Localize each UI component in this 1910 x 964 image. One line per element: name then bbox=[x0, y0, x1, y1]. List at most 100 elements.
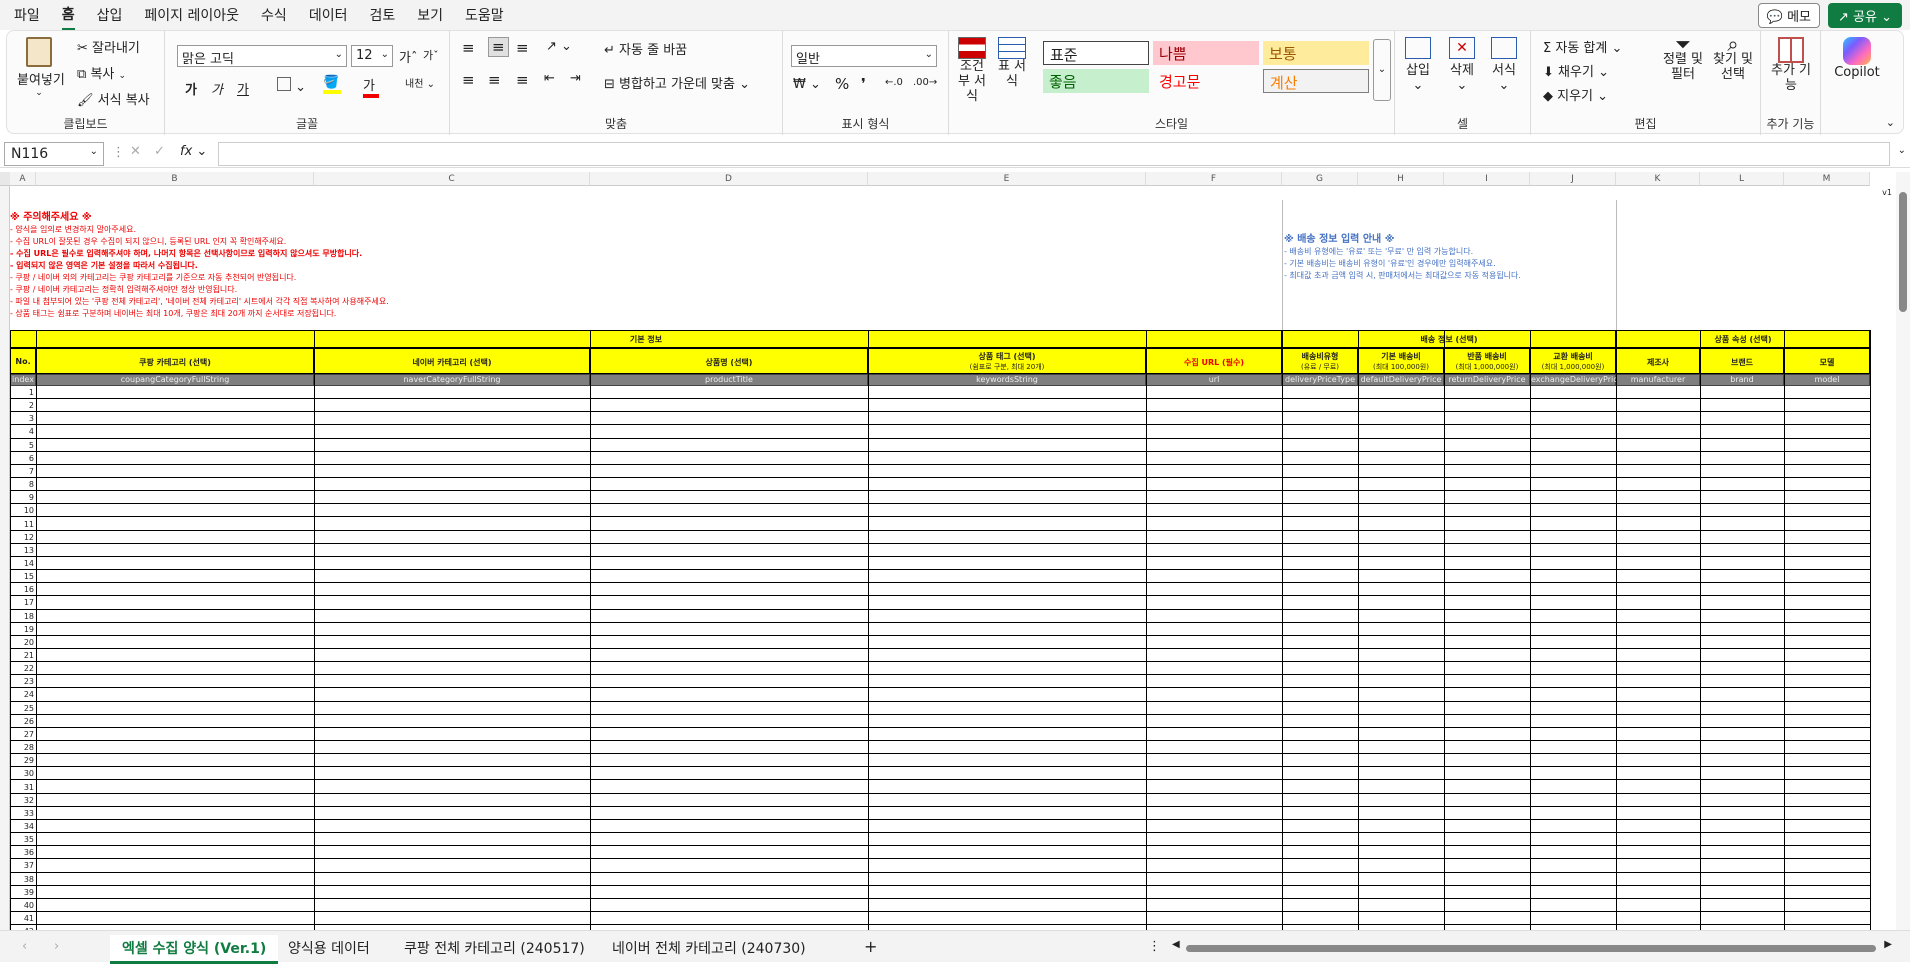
sheet-tab[interactable]: 엑셀 수집 양식 (Ver.1) bbox=[110, 935, 279, 964]
underline-button[interactable]: 가 bbox=[237, 79, 249, 98]
align-left-button[interactable]: ≡ bbox=[462, 71, 475, 89]
align-right-button[interactable]: ≡ bbox=[516, 71, 529, 89]
vertical-scrollbar[interactable] bbox=[1896, 172, 1910, 930]
percent-button[interactable]: % bbox=[835, 75, 849, 93]
table-row[interactable]: 25 bbox=[10, 702, 1870, 715]
column-header[interactable]: C bbox=[314, 172, 590, 186]
autosum-button[interactable]: Σ 자동 합계 ⌄ bbox=[1543, 37, 1622, 56]
menu-item[interactable]: 홈 bbox=[61, 0, 75, 31]
tab-options-icon[interactable]: ⋮ bbox=[1148, 939, 1161, 954]
fill-color-button[interactable]: 🪣 bbox=[323, 75, 341, 94]
table-row[interactable]: 38 bbox=[10, 873, 1870, 886]
sort-filter-button[interactable]: ⏷ 정렬 및 필터 bbox=[1661, 34, 1705, 82]
cancel-icon[interactable]: ✕ bbox=[130, 144, 141, 159]
enter-icon[interactable]: ✓ bbox=[154, 144, 165, 159]
table-row[interactable]: 12 bbox=[10, 531, 1870, 544]
bold-button[interactable]: 가 bbox=[185, 79, 197, 98]
formula-options-icon[interactable]: ⋮ bbox=[112, 145, 125, 160]
table-row[interactable]: 28 bbox=[10, 741, 1870, 755]
column-header[interactable]: M bbox=[1784, 172, 1870, 186]
table-row[interactable]: 9 bbox=[10, 491, 1870, 505]
shrink-font-button[interactable]: 가ˇ bbox=[423, 47, 439, 63]
table-row[interactable]: 26 bbox=[10, 715, 1870, 728]
table-row[interactable]: 14 bbox=[10, 557, 1870, 571]
font-size-combo[interactable]: 12 ⌄ bbox=[351, 45, 393, 67]
next-sheet-icon[interactable]: › bbox=[54, 939, 59, 954]
menu-item[interactable]: 페이지 레이아웃 bbox=[144, 1, 239, 29]
table-row[interactable]: 29 bbox=[10, 754, 1870, 768]
menu-item[interactable]: 수식 bbox=[261, 1, 287, 29]
menu-item[interactable]: 삽입 bbox=[97, 1, 123, 29]
table-row[interactable]: 11 bbox=[10, 518, 1870, 531]
align-middle-button[interactable]: ≡ bbox=[488, 37, 509, 57]
grow-font-button[interactable]: 가ˆ bbox=[399, 47, 417, 66]
table-row[interactable]: 35 bbox=[10, 833, 1870, 847]
increase-indent-button[interactable]: ⇥ bbox=[570, 71, 581, 86]
table-row[interactable]: 17 bbox=[10, 596, 1870, 610]
menu-item[interactable]: 데이터 bbox=[309, 1, 348, 29]
table-row[interactable]: 4 bbox=[10, 425, 1870, 439]
copy-button[interactable]: ⧉ 복사 ⌄ bbox=[77, 63, 126, 82]
column-header[interactable]: B bbox=[36, 172, 314, 186]
addins-button[interactable]: 추가 기능 bbox=[1769, 37, 1813, 93]
column-header[interactable]: I bbox=[1444, 172, 1530, 186]
column-header[interactable]: A bbox=[10, 172, 36, 186]
table-row[interactable]: 31 bbox=[10, 781, 1870, 794]
align-bottom-button[interactable]: ≡ bbox=[516, 39, 529, 57]
table-row[interactable]: 10 bbox=[10, 504, 1870, 518]
merge-center-button[interactable]: ⊟ 병합하고 가운데 맞춤 ⌄ bbox=[604, 73, 750, 92]
decrease-decimal-button[interactable]: .00→ bbox=[913, 77, 937, 88]
comma-button[interactable]: ❜ bbox=[861, 75, 866, 93]
column-header[interactable]: G bbox=[1282, 172, 1358, 186]
menu-item[interactable]: 보기 bbox=[417, 1, 443, 29]
table-row[interactable]: 15 bbox=[10, 570, 1870, 584]
format-painter-button[interactable]: 🖌 서식 복사 bbox=[77, 89, 150, 108]
memo-button[interactable]: 💬 메모 bbox=[1757, 3, 1821, 28]
style-neutral[interactable]: 보통 bbox=[1263, 41, 1369, 65]
column-header[interactable]: E bbox=[868, 172, 1146, 186]
horizontal-scrollbar[interactable]: ◀ ▶ bbox=[1172, 939, 1892, 954]
column-header[interactable]: K bbox=[1616, 172, 1700, 186]
format-cells-button[interactable]: 서식 ⌄ bbox=[1491, 37, 1517, 93]
table-row[interactable]: 18 bbox=[10, 610, 1870, 623]
sheet-tab[interactable]: 쿠팡 전체 카테고리 (240517) bbox=[392, 935, 597, 961]
menu-item[interactable]: 검토 bbox=[369, 1, 395, 29]
paste-button[interactable]: 붙여넣기 ⌄ bbox=[17, 37, 65, 98]
table-row[interactable]: 1 bbox=[10, 386, 1870, 400]
table-row[interactable]: 23 bbox=[10, 675, 1870, 689]
align-top-button[interactable]: ≡ bbox=[462, 39, 475, 57]
style-calc[interactable]: 계산 bbox=[1263, 69, 1369, 93]
worksheet[interactable]: ※ 주의해주세요 ※ - 양식을 임의로 변경하지 말아주세요. - 수집 URL… bbox=[0, 172, 1896, 930]
menu-item[interactable]: 도움말 bbox=[465, 1, 504, 29]
wrap-text-button[interactable]: ↵ 자동 줄 바꿈 bbox=[604, 39, 687, 58]
table-row[interactable]: 41 bbox=[10, 912, 1870, 926]
column-header[interactable]: J bbox=[1530, 172, 1616, 186]
column-header[interactable]: L bbox=[1700, 172, 1784, 186]
column-header[interactable]: D bbox=[590, 172, 868, 186]
table-row[interactable]: 36 bbox=[10, 846, 1870, 860]
table-row[interactable]: 2 bbox=[10, 399, 1870, 413]
table-row[interactable]: 19 bbox=[10, 623, 1870, 636]
currency-button[interactable]: ₩ ⌄ bbox=[793, 77, 821, 92]
style-normal[interactable]: 표준 bbox=[1043, 41, 1149, 65]
format-table-button[interactable]: 표 서식 bbox=[995, 37, 1029, 89]
font-name-combo[interactable]: 맑은 고딕 ⌄ bbox=[177, 45, 347, 67]
select-all-corner[interactable] bbox=[0, 172, 10, 186]
orientation-button[interactable]: ↗ ⌄ bbox=[546, 39, 572, 54]
expand-formula-button[interactable]: ⌄ bbox=[1898, 145, 1906, 156]
table-row[interactable]: 27 bbox=[10, 728, 1870, 742]
align-center-button[interactable]: ≡ bbox=[488, 71, 501, 89]
table-row[interactable]: 16 bbox=[10, 583, 1870, 597]
table-row[interactable]: 30 bbox=[10, 767, 1870, 781]
table-row[interactable]: 32 bbox=[10, 794, 1870, 807]
table-row[interactable]: 22 bbox=[10, 662, 1870, 676]
table-row[interactable]: 20 bbox=[10, 636, 1870, 649]
delete-cells-button[interactable]: ✕ 삭제 ⌄ bbox=[1449, 37, 1475, 93]
clear-button[interactable]: ◆ 지우기 ⌄ bbox=[1543, 85, 1608, 104]
table-row[interactable]: 24 bbox=[10, 688, 1870, 702]
table-row[interactable]: 8 bbox=[10, 478, 1870, 492]
collapse-ribbon-button[interactable]: ⌄ bbox=[1886, 116, 1895, 129]
style-good[interactable]: 좋음 bbox=[1043, 69, 1149, 93]
table-row[interactable]: 6 bbox=[10, 452, 1870, 465]
table-row[interactable]: 34 bbox=[10, 820, 1870, 834]
